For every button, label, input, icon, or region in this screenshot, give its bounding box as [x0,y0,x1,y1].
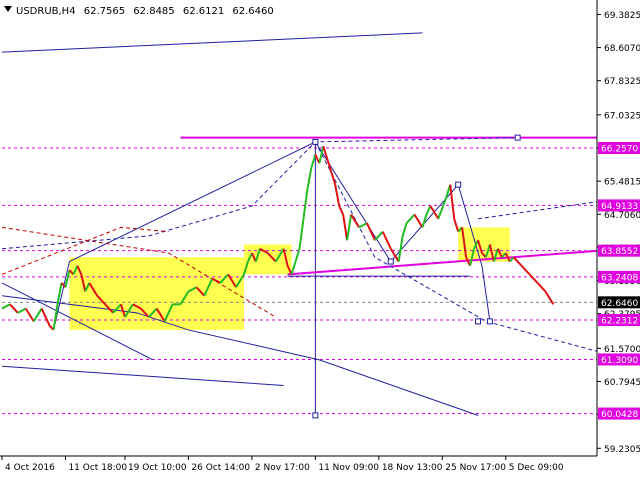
y-tick-label-3: 67.0325 [604,111,640,121]
y-tick-label-5: 65.4815 [604,178,640,188]
chart-header: USDRUB,H4 62.7565 62.8485 62.6121 62.646… [4,6,274,17]
x-tick-label-1: 11 Oct 18:00 [68,463,127,473]
y-tick-label-1: 68.6070 [604,44,640,54]
y-tick-label-13: 59.2305 [604,445,640,455]
y-tick-label-0: 69.3825 [604,11,640,21]
close-value: 62.6460 [232,6,273,17]
y-tick-label-10: 61.5700 [604,345,640,355]
x-tick-label-7: 25 Nov 17:00 [445,463,506,473]
anchor-marker-4[interactable] [475,318,481,325]
level-badge-label-1: 64.9133 [601,202,638,212]
y-tick-label-2: 67.8325 [604,77,640,87]
x-tick-label-2: 19 Oct 10:00 [128,463,187,473]
anchor-marker-1[interactable] [312,412,319,419]
trading-chart[interactable]: 69.3825 68.6070 67.8325 67.0325 66.2570 65.48… [0,0,640,480]
x-tick-label-3: 26 Oct 14:00 [191,463,250,473]
x-tick-label-5: 11 Nov 09:00 [318,463,379,473]
level-badge-label-2: 63.8552 [601,247,638,257]
x-tick-label-0: 4 Oct 2016 [5,463,55,473]
level-badge-label-5: 62.2312 [601,317,638,327]
y-tick-label-11: 60.7945 [604,378,640,388]
x-tick-label-6: 18 Nov 13:00 [382,463,443,473]
level-badge-label-6: 61.3090 [601,356,638,366]
low-value: 62.6121 [183,6,224,17]
anchor-marker-3[interactable] [455,181,462,188]
high-value: 62.8485 [133,6,174,17]
level-badge-label-7: 60.0428 [601,410,638,420]
x-tick-label-8: 5 Dec 09:00 [509,463,564,473]
chart-background [0,0,640,480]
price-chart-canvas[interactable]: 69.3825 68.6070 67.8325 67.0325 66.2570 65.48… [0,0,640,480]
x-tick-label-4: 2 Nov 17:00 [255,463,310,473]
level-badge-label-0: 66.2570 [601,145,638,155]
level-badge-label-3: 63.2408 [601,273,638,283]
symbol-label: USDRUB,H4 [16,6,76,17]
anchor-marker-5[interactable] [486,318,493,325]
open-value: 62.7565 [84,6,125,17]
level-badge-label-4: 62.6460 [601,299,638,309]
anchor-marker-0[interactable] [312,138,319,145]
anchor-marker-2[interactable] [387,258,394,265]
y-tick-label-6: 64.7060 [604,211,640,221]
svg-text:USDRUB,H4 62.7565: USDRUB,H4 62.7565 62.8485 62.6121 62.646… [16,6,274,17]
anchor-marker-6[interactable] [514,134,521,141]
